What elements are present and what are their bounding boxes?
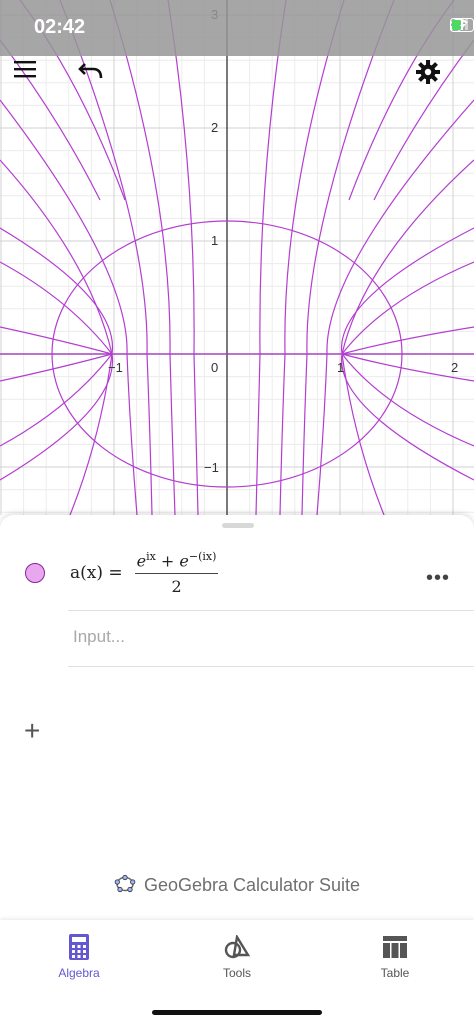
plus-icon[interactable]: + bbox=[24, 717, 40, 745]
algebra-input-field[interactable]: Input... bbox=[73, 627, 125, 647]
y-tick-label: 2 bbox=[211, 120, 218, 135]
calculator-icon bbox=[69, 934, 89, 960]
x-tick-label: 0 bbox=[211, 360, 218, 375]
tab-algebra-label: Algebra bbox=[58, 966, 100, 980]
more-options-button[interactable]: ••• bbox=[426, 567, 450, 590]
settings-button[interactable] bbox=[416, 60, 460, 104]
tab-table-label: Table bbox=[380, 966, 410, 980]
tab-tools-label: Tools bbox=[222, 966, 251, 980]
gear-icon bbox=[416, 60, 440, 84]
fraction-denominator: 2 bbox=[171, 577, 182, 597]
fraction: eix + e−(ix) 2 bbox=[134, 550, 219, 597]
tab-algebra[interactable]: Algebra bbox=[29, 934, 129, 980]
fraction-numerator: eix + e−(ix) bbox=[134, 550, 219, 575]
visibility-toggle[interactable] bbox=[25, 563, 45, 583]
function-definition[interactable]: a(x) = eix + e−(ix) 2 bbox=[70, 550, 219, 597]
geogebra-logo-icon bbox=[114, 874, 136, 893]
suite-label-text: GeoGebra Calculator Suite bbox=[143, 875, 361, 895]
x-tick-label: 1 bbox=[337, 360, 344, 375]
hamburger-icon bbox=[14, 61, 36, 78]
y-tick-label: −1 bbox=[204, 460, 219, 475]
menu-button[interactable] bbox=[14, 60, 58, 104]
home-indicator bbox=[152, 1010, 322, 1015]
curve-branch bbox=[279, 0, 345, 515]
graph-canvas[interactable]: −1 0 1 2 3 2 1 −1 bbox=[0, 0, 474, 515]
tools-icon bbox=[224, 935, 250, 959]
algebra-entry-row[interactable]: a(x) = eix + e−(ix) 2 ••• bbox=[0, 515, 474, 611]
tab-tools[interactable]: Tools bbox=[187, 934, 287, 980]
function-name: a(x) = bbox=[70, 563, 123, 584]
x-tick-label: −1 bbox=[108, 360, 123, 375]
y-tick-label: 1 bbox=[211, 233, 218, 248]
row-divider bbox=[68, 666, 474, 667]
algebra-panel: a(x) = eix + e−(ix) 2 ••• + Input... bbox=[0, 515, 474, 920]
graphics-view[interactable]: −1 0 1 2 3 2 1 −1 02:42 bbox=[0, 0, 474, 515]
undo-icon bbox=[78, 63, 103, 79]
x-tick-label: 2 bbox=[451, 360, 458, 375]
status-bar: 02:42 bbox=[0, 0, 474, 56]
curve-branch bbox=[316, 99, 474, 515]
status-time: 02:42 bbox=[34, 16, 86, 38]
input-row[interactable]: + Input... bbox=[0, 611, 474, 745]
function-curves[interactable] bbox=[0, 0, 474, 515]
table-icon bbox=[383, 936, 407, 958]
app-suite-label[interactable]: GeoGebra Calculator Suite bbox=[0, 874, 474, 896]
tab-table[interactable]: Table bbox=[345, 934, 445, 980]
battery-icon bbox=[450, 18, 474, 32]
undo-button[interactable] bbox=[78, 60, 122, 104]
